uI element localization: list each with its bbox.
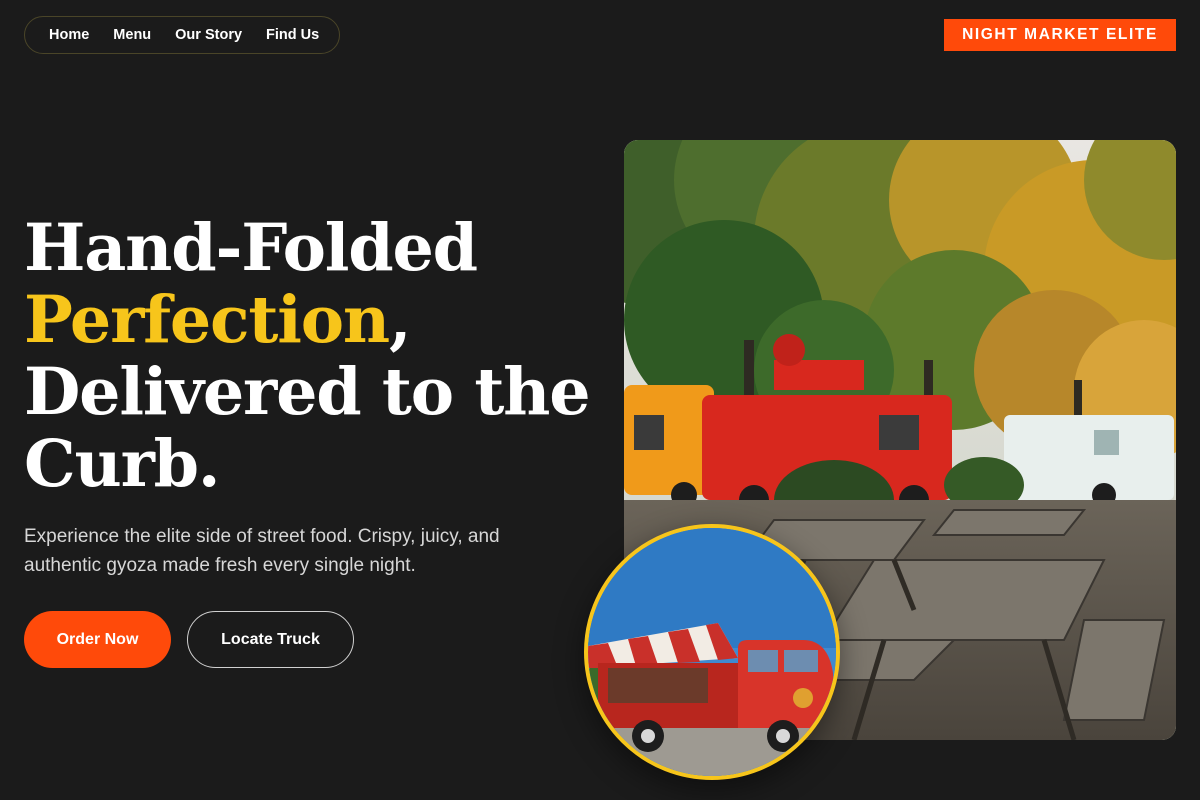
vintage-food-van-photo: [584, 524, 840, 780]
main-nav: Home Menu Our Story Find Us: [24, 16, 340, 54]
hero-subtext: Experience the elite side of street food…: [24, 526, 500, 576]
headline-line-4: Curb.: [24, 426, 221, 502]
locate-truck-button[interactable]: Locate Truck: [187, 611, 354, 668]
nav-menu-link[interactable]: Menu: [113, 27, 151, 43]
headline-line-1: Hand-Folded: [24, 210, 478, 286]
headline-accent: Perfection: [24, 282, 390, 358]
hero-headline: Hand-Folded Perfection, Delivered to the…: [24, 210, 591, 502]
order-now-button[interactable]: Order Now: [24, 611, 171, 668]
headline-line-3: Delivered to the: [24, 354, 591, 430]
nav-our-story-link[interactable]: Our Story: [175, 27, 242, 43]
headline-comma: ,: [388, 282, 412, 358]
nav-home-link[interactable]: Home: [49, 27, 89, 43]
headline-line-2: Perfection,: [24, 284, 584, 356]
brand-badge[interactable]: NIGHT MARKET ELITE: [944, 19, 1176, 51]
nav-find-us-link[interactable]: Find Us: [266, 27, 319, 43]
